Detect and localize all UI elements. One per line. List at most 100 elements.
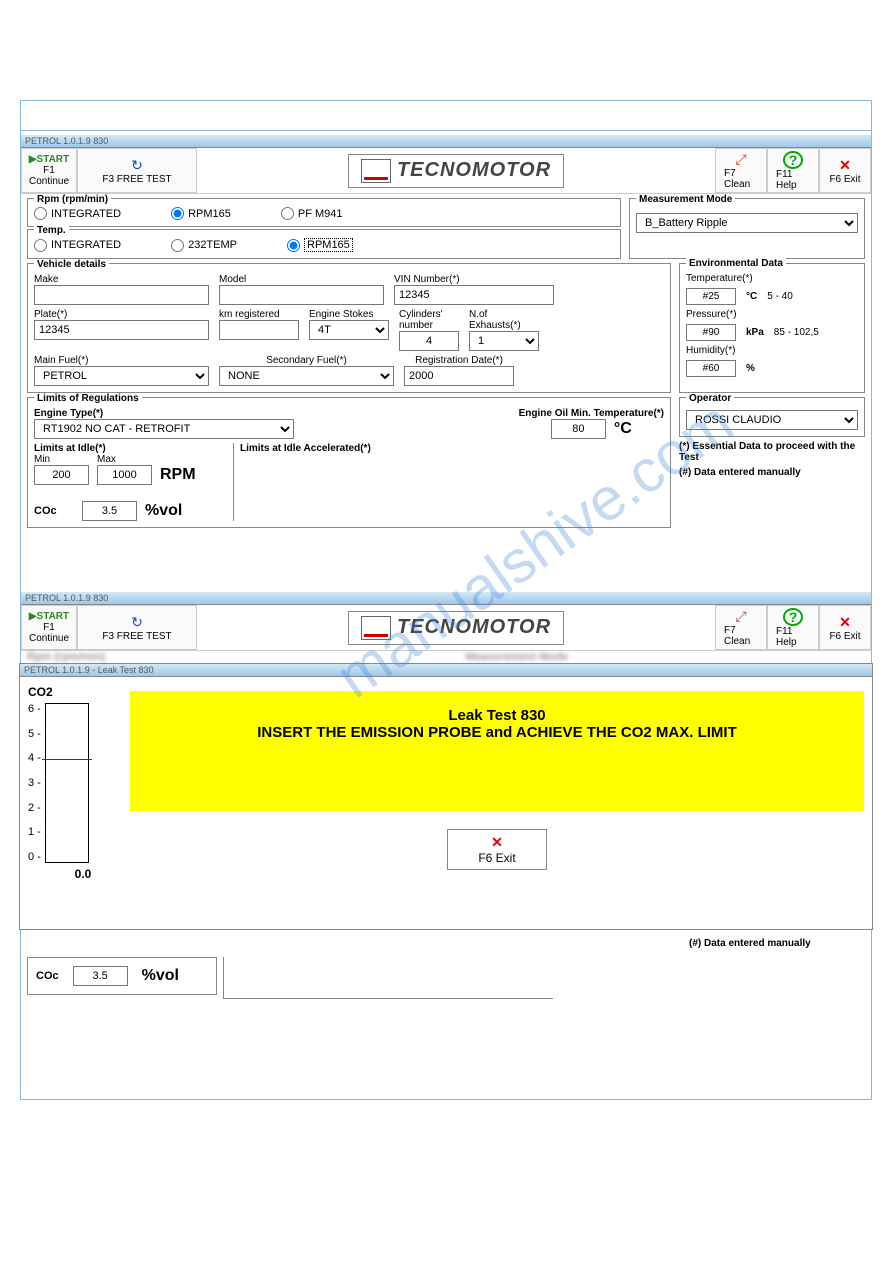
env-temp-unit: °C [746, 291, 757, 302]
leak-test-dialog: PETROL 1.0.1.9 - Leak Test 830 CO2 6 - 5… [19, 663, 873, 930]
cyl-input[interactable] [399, 331, 459, 351]
temp-rpm165-input[interactable] [287, 239, 300, 252]
rpm-rpm165-radio[interactable]: RPM165 [171, 207, 231, 220]
temp-232-radio[interactable]: 232TEMP [171, 239, 237, 252]
f3-label: F3 FREE TEST [102, 174, 171, 185]
model-input[interactable] [219, 285, 384, 305]
help-icon: ? [783, 151, 803, 169]
regdate-input[interactable] [404, 366, 514, 386]
leak-exit-label: F6 Exit [478, 851, 515, 865]
plate-label: Plate(*) [34, 309, 209, 320]
co2-chart-value: 0.0 [48, 867, 118, 881]
titlebar-3: PETROL 1.0.1.9 - Leak Test 830 [20, 664, 872, 677]
app-window-2: PETROL 1.0.1.9 830 ▶START F1 Continue ↻ … [21, 592, 871, 999]
rpm-fieldset: Rpm (rpm/min) INTEGRATED RPM165 PF M941 [27, 198, 621, 227]
exh-select[interactable]: 1 [469, 331, 539, 351]
exit-button-2[interactable]: ✕ F6 Exit [819, 605, 871, 650]
logo-area: TECNOMOTOR [197, 148, 715, 193]
temp-integrated-input[interactable] [34, 239, 47, 252]
vin-input[interactable] [394, 285, 554, 305]
max-input[interactable] [97, 465, 152, 485]
env-press-label: Pressure(*) [686, 309, 858, 320]
cyl-label: Cylinders' number [399, 309, 459, 331]
min-input[interactable] [34, 465, 89, 485]
temp-legend: Temp. [34, 225, 69, 236]
f7-label: F7 Clean [724, 168, 758, 190]
free-test-button[interactable]: ↻ F3 FREE TEST [77, 148, 197, 193]
temp-integrated-radio[interactable]: INTEGRATED [34, 239, 121, 252]
operator-legend: Operator [686, 393, 734, 404]
logo-2: TECNOMOTOR [348, 611, 564, 645]
model-label: Model [219, 274, 384, 285]
limits-fieldset: Limits of Regulations Engine Type(*)RT19… [27, 397, 671, 528]
plate-input[interactable] [34, 320, 209, 340]
help-button-2[interactable]: ? F11 Help [767, 605, 819, 650]
start-label: ▶START [29, 154, 69, 165]
close-icon-3: ✕ [491, 834, 503, 851]
operator-select[interactable]: ROSSI CLAUDIO [686, 410, 858, 430]
stokes-label: Engine Stokes [309, 309, 389, 320]
vehicle-legend: Vehicle details [34, 259, 109, 270]
logo: TECNOMOTOR [348, 154, 564, 188]
rpm-pfm941-input[interactable] [281, 207, 294, 220]
temp-rpm165-radio[interactable]: RPM165 [287, 238, 353, 252]
rpm-legend: Rpm (rpm/min) [34, 194, 111, 205]
temp-232-input[interactable] [171, 239, 184, 252]
rpm-rpm165-input[interactable] [171, 207, 184, 220]
mfuel-label: Main Fuel(*) [34, 355, 209, 366]
co2-chart-bar [45, 703, 89, 863]
f1-label-2: F1 [43, 622, 55, 633]
toolbar-2: ▶START F1 Continue ↻ F3 FREE TEST TECNOM… [21, 605, 871, 651]
oiltemp-input[interactable] [551, 419, 606, 439]
clean-icon-2: ⤢ [735, 608, 746, 625]
env-hum-value: #60 [686, 360, 736, 377]
titlebar-2: PETROL 1.0.1.9 830 [21, 592, 871, 605]
leak-message-box: Leak Test 830 INSERT THE EMISSION PROBE … [130, 691, 864, 811]
limits-legend: Limits of Regulations [34, 393, 142, 404]
rpm-integrated-radio[interactable]: INTEGRATED [34, 207, 121, 220]
f3-label-2: F3 FREE TEST [102, 631, 171, 642]
max-label: Max [97, 454, 152, 465]
f6-label: F6 Exit [829, 174, 860, 185]
sfuel-select[interactable]: NONE [219, 366, 394, 386]
co2-threshold-line [42, 759, 92, 760]
exit-button[interactable]: ✕ F6 Exit [819, 148, 871, 193]
idle-acc-label: Limits at Idle Accelerated(*) [240, 443, 664, 454]
titlebar-1: PETROL 1.0.1.9 830 [21, 135, 871, 148]
co2-chart: CO2 6 - 5 - 4 - 3 - 2 - 1 - 0 - 0.0 [28, 685, 118, 881]
coc-input-2[interactable] [73, 966, 128, 986]
coc-row-2: COc %vol [27, 957, 217, 995]
clean-button[interactable]: ⤢ F7 Clean [715, 148, 767, 193]
co2-chart-ticks: 6 - 5 - 4 - 3 - 2 - 1 - 0 - [28, 703, 45, 863]
clean-icon: ⤢ [735, 151, 746, 168]
rpm-integrated-input[interactable] [34, 207, 47, 220]
blank-header [21, 101, 871, 131]
continue-label-2: Continue [29, 633, 69, 644]
env-temp-label: Temperature(*) [686, 273, 858, 284]
mm-legend: Measurement Mode [636, 194, 735, 205]
start-continue-button[interactable]: ▶START F1 Continue [21, 148, 77, 193]
coc-input[interactable] [82, 501, 137, 521]
temp-fieldset: Temp. INTEGRATED 232TEMP RPM165 [27, 229, 621, 259]
coc-label-2: COc [36, 970, 59, 982]
clean-button-2[interactable]: ⤢ F7 Clean [715, 605, 767, 650]
env-hum-label: Humidity(*) [686, 345, 858, 356]
engtype-select[interactable]: RT1902 NO CAT - RETROFIT [34, 419, 294, 439]
help-button[interactable]: ? F11 Help [767, 148, 819, 193]
f1-label: F1 [43, 165, 55, 176]
leak-exit-button[interactable]: ✕ F6 Exit [447, 829, 546, 870]
start-continue-button-2[interactable]: ▶START F1 Continue [21, 605, 77, 650]
note-manual: (#) Data entered manually [679, 467, 865, 478]
mfuel-select[interactable]: PETROL [34, 366, 209, 386]
rpm-pfm941-radio[interactable]: PF M941 [281, 207, 343, 220]
loop-icon: ↻ [131, 156, 143, 174]
free-test-button-2[interactable]: ↻ F3 FREE TEST [77, 605, 197, 650]
oiltemp-unit: °C [614, 420, 632, 438]
km-label: km registered [219, 309, 299, 320]
continue-label: Continue [29, 176, 69, 187]
measurement-mode-select[interactable]: B_Battery Ripple [636, 213, 858, 233]
make-input[interactable] [34, 285, 209, 305]
env-press-value: #90 [686, 324, 736, 341]
stokes-select[interactable]: 4T [309, 320, 389, 340]
km-input[interactable] [219, 320, 299, 340]
